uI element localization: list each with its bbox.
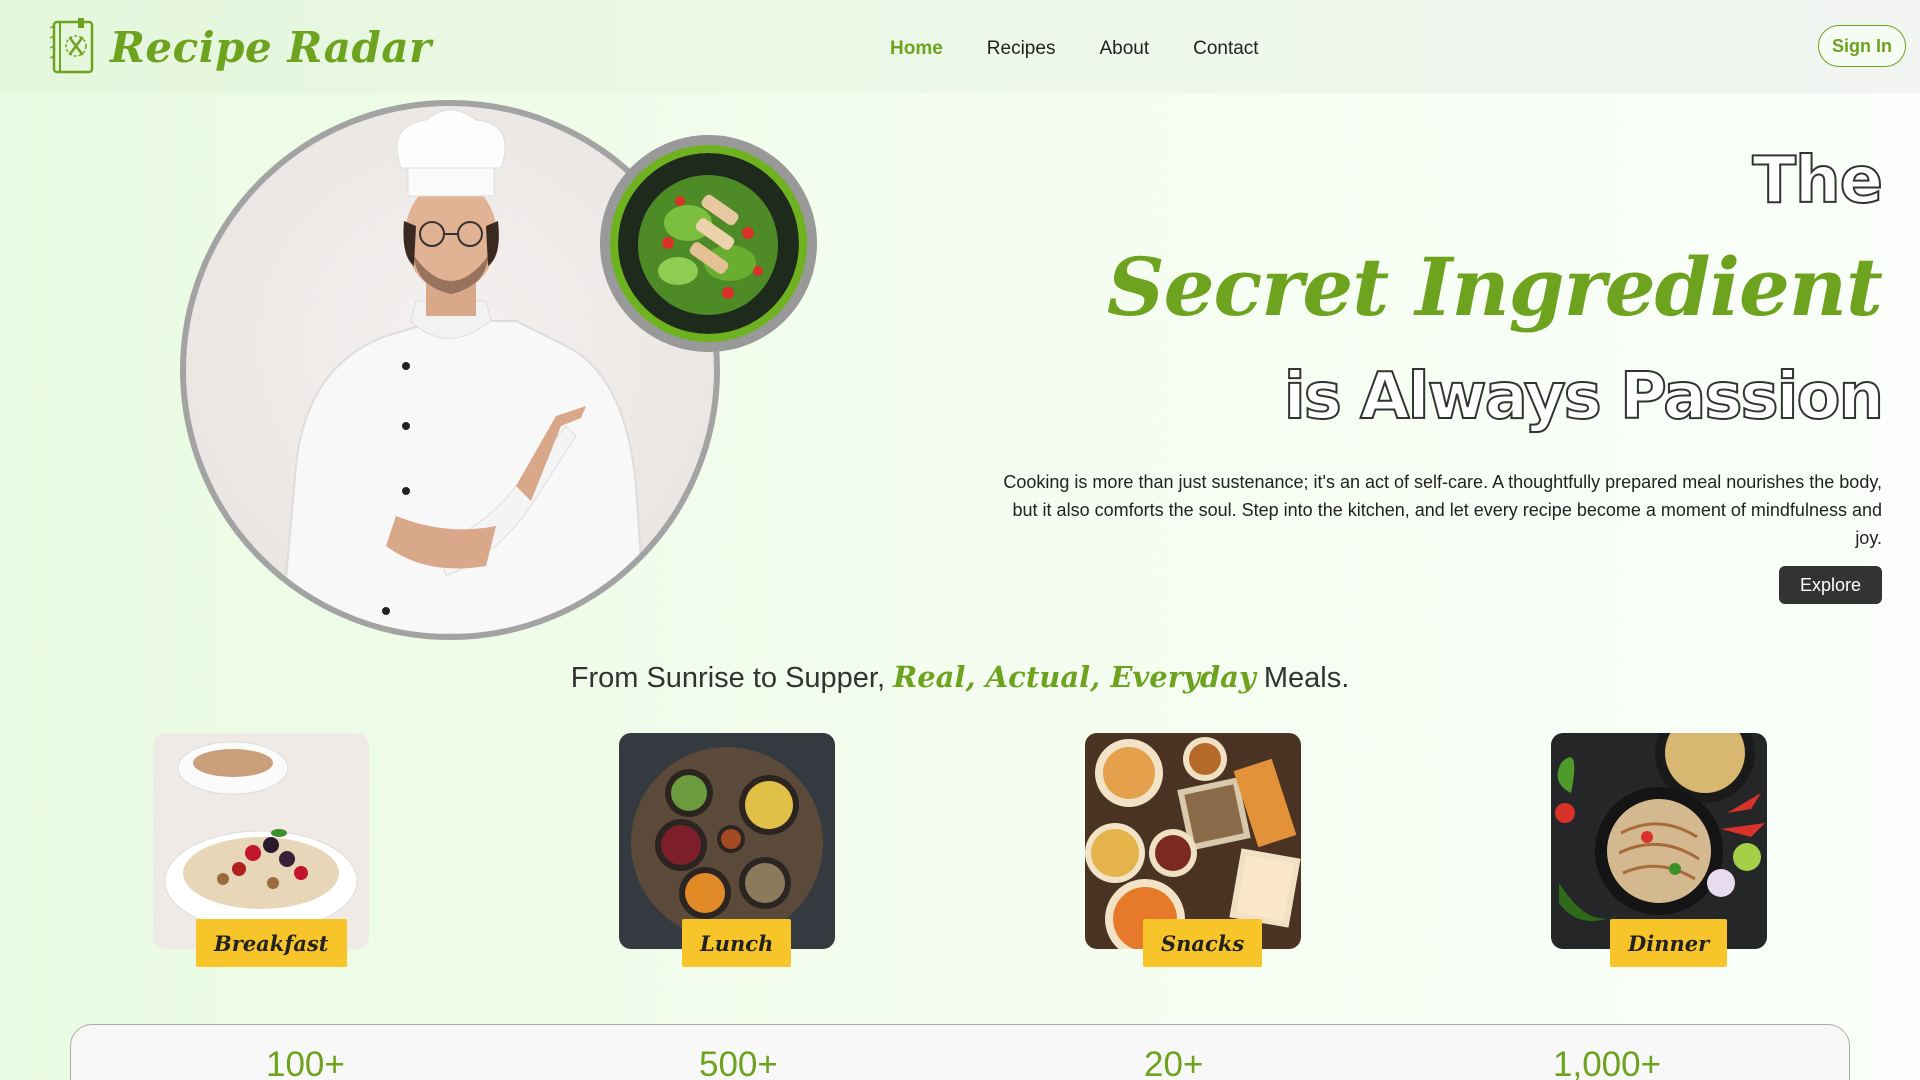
breakfast-image bbox=[153, 733, 369, 949]
meal-label-dinner: Dinner bbox=[1610, 919, 1728, 967]
meal-card-lunch[interactable]: Lunch bbox=[619, 733, 835, 967]
nav-home[interactable]: Home bbox=[890, 38, 943, 60]
explore-button[interactable]: Explore bbox=[1779, 566, 1882, 604]
nav-about[interactable]: About bbox=[1099, 38, 1149, 60]
meals-heading: From Sunrise to Supper, Real, Actual, Ev… bbox=[0, 660, 1920, 695]
stat-value: 20+ bbox=[1144, 1045, 1204, 1080]
brand-logo[interactable]: Recipe Radar bbox=[50, 16, 432, 78]
meal-card-breakfast[interactable]: Breakfast bbox=[153, 733, 369, 967]
top-navbar: Recipe Radar Home Recipes About Contact … bbox=[0, 0, 1920, 93]
salad-image bbox=[618, 153, 799, 334]
snacks-image bbox=[1085, 733, 1301, 949]
hero-line-3: is Always Passion bbox=[1283, 359, 1885, 435]
hero-line-2: Secret Ingredient bbox=[1106, 240, 1883, 334]
meal-card-snacks[interactable]: Snacks bbox=[1085, 733, 1301, 967]
meal-label-lunch: Lunch bbox=[682, 919, 792, 967]
meals-heading-post: Meals. bbox=[1263, 662, 1350, 694]
meals-heading-accent: Real, Actual, Everyday bbox=[893, 660, 1256, 694]
stat-value: 1,000+ bbox=[1553, 1045, 1662, 1080]
stat-value: 500+ bbox=[699, 1045, 778, 1080]
recipe-book-icon bbox=[50, 18, 94, 74]
logo-text: Recipe Radar bbox=[110, 22, 432, 72]
main-nav: Home Recipes About Contact bbox=[890, 38, 1259, 60]
hero-description: Cooking is more than just sustenance; it… bbox=[1003, 472, 1882, 548]
salad-image-frame bbox=[600, 135, 817, 352]
dinner-image bbox=[1551, 733, 1767, 949]
stat-value: 100+ bbox=[266, 1045, 345, 1080]
nav-recipes[interactable]: Recipes bbox=[987, 38, 1056, 60]
lunch-image bbox=[619, 733, 835, 949]
nav-contact[interactable]: Contact bbox=[1193, 38, 1258, 60]
hero-headline: The Secret Ingredient is Always Passion bbox=[1106, 140, 1885, 442]
meal-card-dinner[interactable]: Dinner bbox=[1551, 733, 1767, 967]
meal-label-breakfast: Breakfast bbox=[196, 919, 347, 967]
meals-heading-pre: From Sunrise to Supper, bbox=[570, 662, 886, 694]
meal-label-snacks: Snacks bbox=[1143, 919, 1263, 967]
hero-line-1: The bbox=[1751, 143, 1884, 219]
stats-panel: 100+ 500+ 20+ 1,000+ bbox=[70, 1024, 1850, 1080]
sign-in-button[interactable]: Sign In bbox=[1818, 25, 1906, 67]
